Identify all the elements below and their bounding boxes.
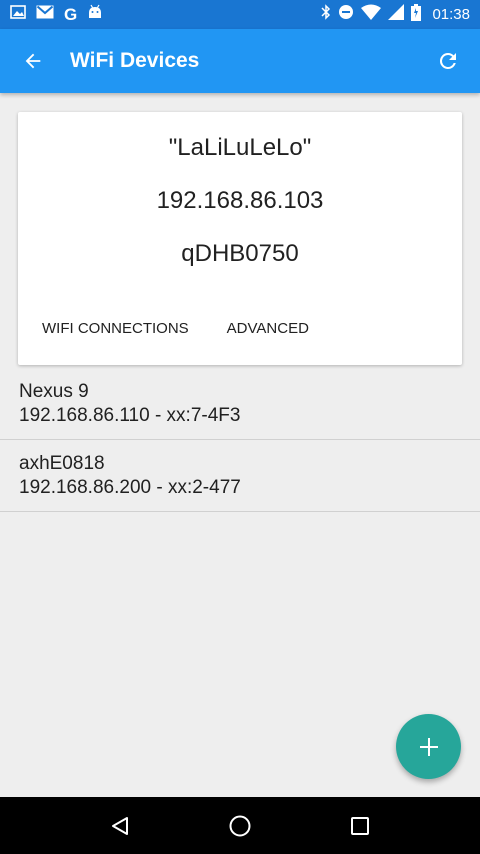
nav-back-button[interactable] xyxy=(90,797,150,854)
battery-icon xyxy=(411,3,422,26)
status-time: 01:38 xyxy=(432,6,470,23)
app-bar: WiFi Devices xyxy=(0,29,480,93)
status-bar: G 01:38 xyxy=(0,0,480,29)
wifi-connections-button[interactable]: WIFI CONNECTIONS xyxy=(34,312,197,345)
home-circle-icon xyxy=(229,815,251,836)
back-triangle-icon xyxy=(112,816,128,835)
device-list: Nexus 9 192.168.86.110 - xx:7-4F3 axhE08… xyxy=(0,368,480,512)
card-actions: WIFI CONNECTIONS ADVANCED xyxy=(18,312,462,345)
network-ip: 192.168.86.103 xyxy=(156,187,324,214)
page-title: WiFi Devices xyxy=(70,49,200,72)
status-bar-right: 01:38 xyxy=(321,3,470,26)
device-detail: 192.168.86.110 - xx:7-4F3 xyxy=(19,405,241,426)
device-name: Nexus 9 xyxy=(19,381,89,402)
refresh-button[interactable] xyxy=(416,29,480,93)
list-item[interactable]: Nexus 9 192.168.86.110 - xx:7-4F3 xyxy=(0,368,480,440)
network-name: qDHB0750 xyxy=(181,240,299,267)
network-info-card: "LaLiLuLeLo" 192.168.86.103 qDHB0750 WIF… xyxy=(18,112,462,365)
signal-icon xyxy=(388,4,405,25)
device-name: axhE0818 xyxy=(19,453,105,474)
image-icon xyxy=(10,5,26,24)
do-not-disturb-icon xyxy=(338,4,354,25)
gmail-icon xyxy=(36,5,54,24)
network-ssid: "LaLiLuLeLo" xyxy=(168,134,312,161)
arrow-left-icon xyxy=(25,53,41,69)
android-icon xyxy=(87,4,103,25)
bluetooth-icon xyxy=(321,4,331,25)
advanced-button[interactable]: ADVANCED xyxy=(219,312,317,345)
google-icon: G xyxy=(64,5,78,24)
plus-icon xyxy=(419,737,438,756)
device-detail: 192.168.86.200 - xx:2-477 xyxy=(19,477,241,498)
wifi-icon xyxy=(361,4,382,25)
nav-home-button[interactable] xyxy=(210,797,270,854)
navigation-bar xyxy=(0,797,480,854)
status-bar-left: G xyxy=(10,4,103,25)
add-device-button[interactable] xyxy=(396,714,461,779)
list-item[interactable]: axhE0818 192.168.86.200 - xx:2-477 xyxy=(0,440,480,512)
refresh-icon xyxy=(439,52,456,69)
back-button[interactable] xyxy=(0,29,66,93)
recents-square-icon xyxy=(351,816,369,835)
nav-recents-button[interactable] xyxy=(330,797,390,854)
